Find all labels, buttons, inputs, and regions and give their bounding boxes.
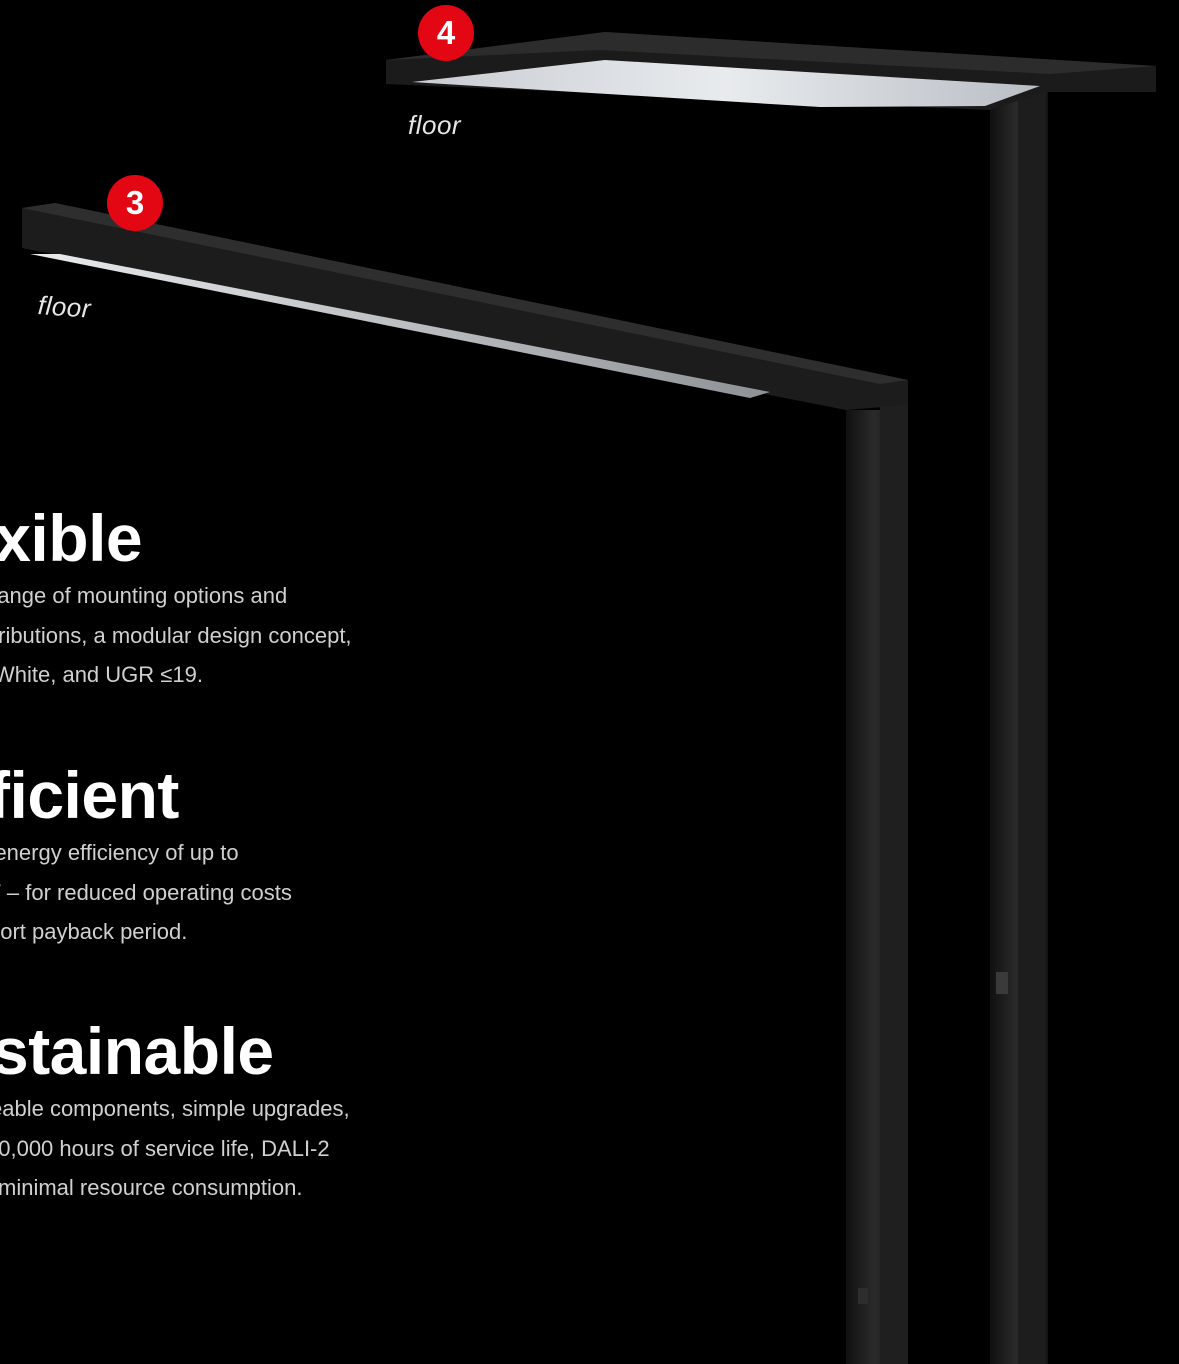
floor-label-3: floor — [36, 290, 93, 324]
feature-sustainable-heading: stainable — [0, 1014, 274, 1088]
feature-flexible-line-2: tributions, a modular design concept, — [0, 622, 352, 648]
feature-efficient-line-3: hort payback period. — [0, 919, 188, 944]
feature-efficient-line-2: W – for reduced operating costs — [0, 879, 292, 905]
panel-floor-lamp-4 — [386, 32, 1156, 1364]
feature-sustainable-line-1: eable components, simple upgrades, — [0, 1096, 350, 1121]
feature-efficient-description: m energy efficiency of up to W – for red… — [0, 833, 470, 952]
feature-sustainable-line-3: minimal resource consumption. — [0, 1175, 303, 1200]
feature-flexible-line-1: range of mounting options and — [0, 583, 288, 608]
feature-efficient: ficient m energy efficiency of up to W –… — [0, 757, 470, 952]
feature-sustainable-line-2: 00,000 hours of service life, DALI-2 — [0, 1135, 330, 1161]
feature-flexible-description: range of mounting options and tributions… — [0, 576, 470, 695]
feature-flexible: exible range of mounting options and tri… — [0, 500, 470, 695]
product-number-badge-4: 4 — [418, 5, 474, 61]
feature-efficient-heading: ficient — [0, 758, 179, 832]
feature-efficient-line-1: m energy efficiency of up to — [0, 840, 239, 865]
feature-sustainable: stainable eable components, simple upgra… — [0, 1013, 470, 1208]
product-number-badge-3: 3 — [107, 175, 163, 231]
floor-label-4: floor — [408, 110, 462, 140]
feature-flexible-heading: exible — [0, 501, 143, 575]
feature-sustainable-description: eable components, simple upgrades, 00,00… — [0, 1089, 470, 1208]
feature-flexible-line-3: White, and UGR ≤19. — [0, 662, 203, 687]
